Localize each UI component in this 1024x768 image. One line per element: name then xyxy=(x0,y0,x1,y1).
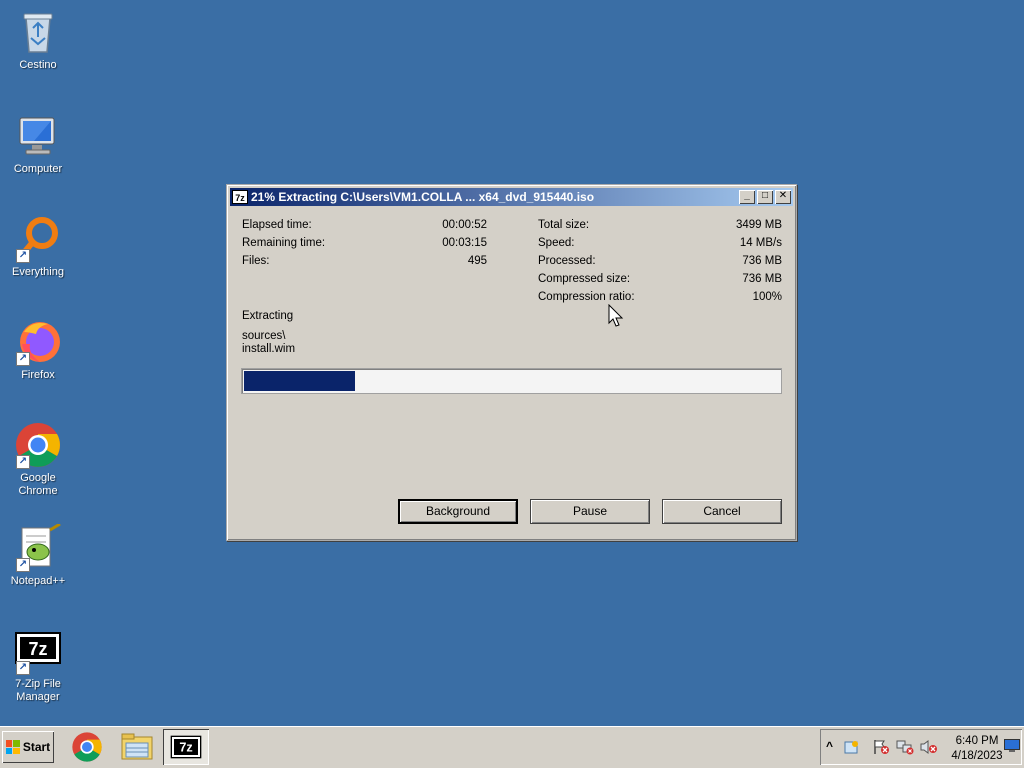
shortcut-arrow-icon: ↗ xyxy=(16,455,30,469)
minimize-button[interactable]: _ xyxy=(739,190,755,204)
progress-fill xyxy=(244,371,356,391)
current-path: sources\ xyxy=(242,330,286,342)
cancel-button[interactable]: Cancel xyxy=(662,499,782,524)
stat-label: Total size: xyxy=(538,219,590,231)
desktop-icon-label: Computer xyxy=(13,163,63,175)
desktop-icon-computer[interactable]: Computer xyxy=(0,112,76,176)
start-label: Start xyxy=(22,740,51,754)
close-button[interactable]: ✕ xyxy=(775,190,791,204)
stat-label: Remaining time: xyxy=(242,237,326,249)
clock-date: 4/18/2023 xyxy=(951,750,1003,762)
stat-row-compressed-size: Compressed size: 736 MB xyxy=(538,273,782,287)
shortcut-arrow-icon: ↗ xyxy=(16,661,30,675)
stat-value: 3499 MB xyxy=(735,219,782,231)
desktop-icon-label: Notepad++ xyxy=(10,575,66,587)
taskbar: Start 7z ^ 6:40 PM 4/18/2023 xyxy=(0,726,1024,768)
stat-label: Compression ratio: xyxy=(538,291,635,303)
notepad-plus-plus-icon: ↗ xyxy=(14,522,62,572)
stat-label: Compressed size: xyxy=(538,273,631,285)
stat-row-files: Files: 495 xyxy=(242,255,487,269)
taskbar-app-file-explorer[interactable] xyxy=(114,729,160,765)
desktop-icon-label: Everything xyxy=(12,266,64,278)
recycle-bin-icon xyxy=(14,8,62,56)
7zip-icon: 7z xyxy=(170,735,202,759)
desktop-icon-label: 7-Zip File Manager xyxy=(15,678,61,703)
svg-text:7z: 7z xyxy=(28,639,47,659)
action-center-flag-icon[interactable] xyxy=(872,739,890,758)
stat-row-elapsed-time: Elapsed time: 00:00:52 xyxy=(242,219,487,233)
7zip-icon: 7z ↗ xyxy=(14,627,62,675)
stat-row-processed: Processed: 736 MB xyxy=(538,255,782,269)
mouse-cursor-icon xyxy=(608,303,624,331)
taskbar-clock[interactable]: 6:40 PM 4/18/2023 xyxy=(946,734,1008,764)
stat-value: 14 MB/s xyxy=(739,237,782,249)
stat-row-speed: Speed: 14 MB/s xyxy=(538,237,782,251)
desktop-icon-notepad-plus-plus[interactable]: ↗ Notepad++ xyxy=(0,522,76,588)
desktop-icon-label: Firefox xyxy=(21,369,55,381)
desktop-icon-recycle-bin[interactable]: Cestino xyxy=(0,8,76,72)
desktop-icon-label: Cestino xyxy=(19,59,57,71)
background-button[interactable]: Background xyxy=(398,499,518,524)
tray-expand-chevron-icon[interactable]: ^ xyxy=(826,739,833,753)
tray-app-icon[interactable] xyxy=(844,739,860,758)
desktop-icon-7zip-file-manager[interactable]: 7z ↗ 7-Zip File Manager xyxy=(0,627,76,704)
system-tray: ^ 6:40 PM 4/18/2023 xyxy=(820,729,1022,765)
firefox-icon: ↗ xyxy=(14,318,62,366)
svg-text:7z: 7z xyxy=(179,741,192,755)
stat-label: Speed: xyxy=(538,237,575,249)
dialog-titlebar[interactable]: 7z 21% Extracting C:\Users\VM1.COLLA ...… xyxy=(230,188,793,206)
chrome-icon xyxy=(72,732,102,762)
desktop-icon-firefox[interactable]: ↗ Firefox xyxy=(0,318,76,382)
stat-label: Files: xyxy=(242,255,270,267)
chrome-icon: ↗ xyxy=(14,421,62,469)
stat-row-compression-ratio: Compression ratio: 100% xyxy=(538,291,782,305)
desktop-icon-google-chrome[interactable]: ↗ Google Chrome xyxy=(0,421,76,498)
stat-value: 736 MB xyxy=(742,273,782,285)
clock-time: 6:40 PM xyxy=(955,735,999,747)
stat-value: 00:00:52 xyxy=(442,219,487,231)
start-button[interactable]: Start xyxy=(2,731,54,763)
stat-row-remaining-time: Remaining time: 00:03:15 xyxy=(242,237,487,251)
desktop-icon-label: Google Chrome xyxy=(18,472,58,497)
stat-row-total-size: Total size: 3499 MB xyxy=(538,219,782,233)
current-file: install.wim xyxy=(242,343,296,355)
windows-flag-icon xyxy=(5,740,20,754)
everything-search-icon: ↗ xyxy=(14,215,62,263)
stat-value: 00:03:15 xyxy=(442,237,487,249)
stat-value: 736 MB xyxy=(742,255,782,267)
shortcut-arrow-icon: ↗ xyxy=(16,249,30,263)
stat-value: 100% xyxy=(752,291,782,303)
extraction-progress-bar xyxy=(241,368,782,394)
network-icon[interactable] xyxy=(896,739,914,758)
computer-icon xyxy=(14,112,62,160)
maximize-button[interactable]: □ xyxy=(757,190,773,204)
show-desktop-icon[interactable] xyxy=(1004,739,1020,756)
taskbar-app-7zip[interactable]: 7z xyxy=(163,729,209,765)
pause-button[interactable]: Pause xyxy=(530,499,650,524)
shortcut-arrow-icon: ↗ xyxy=(16,558,30,572)
taskbar-app-chrome[interactable] xyxy=(64,729,110,765)
stat-label: Elapsed time: xyxy=(242,219,312,231)
status-label: Extracting xyxy=(242,310,294,322)
dialog-title: 21% Extracting C:\Users\VM1.COLLA ... x6… xyxy=(251,190,595,204)
stat-label: Processed: xyxy=(538,255,596,267)
shortcut-arrow-icon: ↗ xyxy=(16,352,30,366)
stat-value: 495 xyxy=(467,255,487,267)
desktop-icon-everything[interactable]: ↗ Everything xyxy=(0,215,76,279)
file-explorer-icon xyxy=(121,733,153,760)
volume-muted-icon[interactable] xyxy=(920,739,938,758)
7zip-icon: 7z xyxy=(232,190,248,204)
